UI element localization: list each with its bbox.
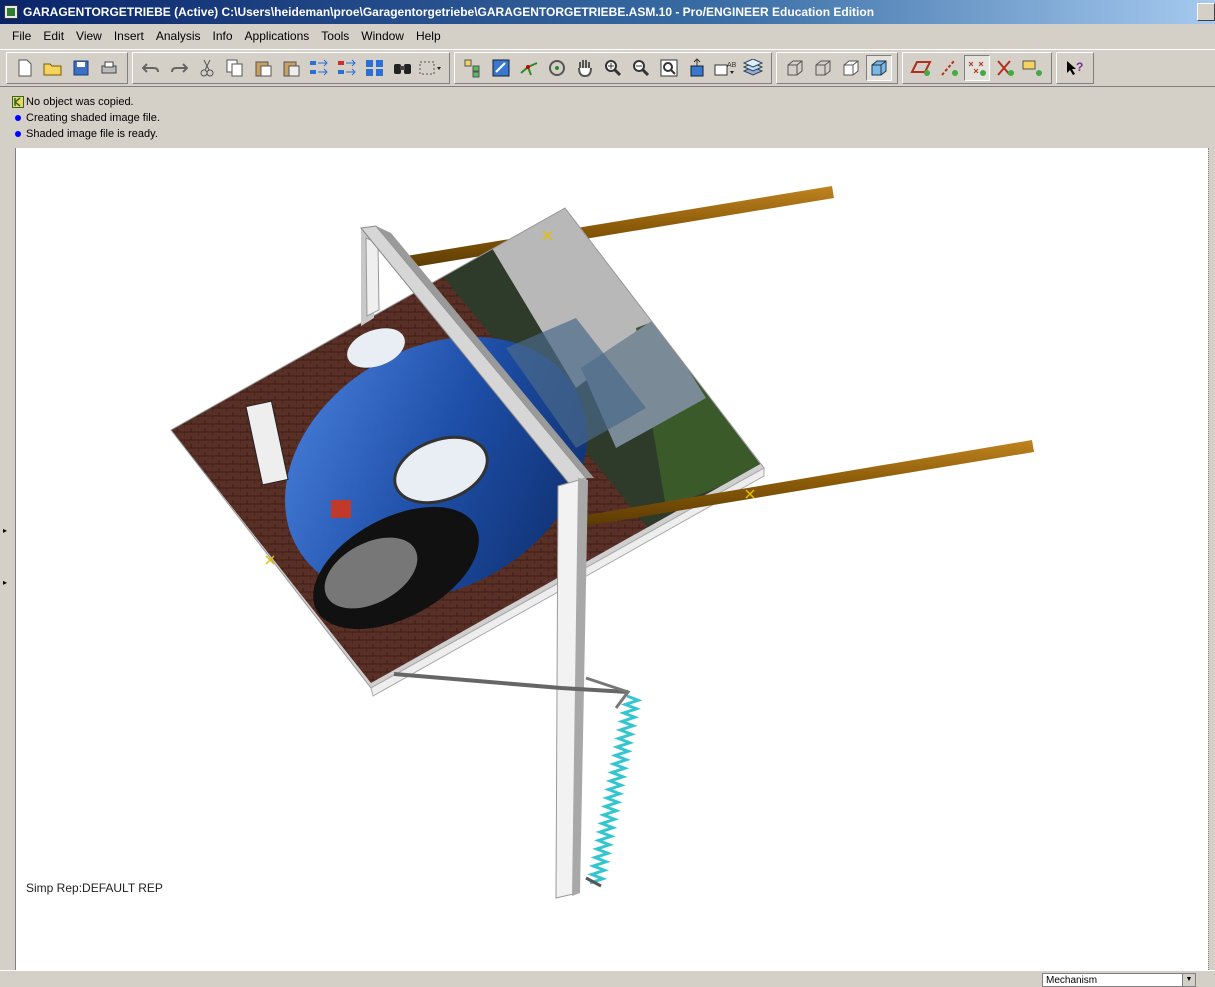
graphics-window[interactable]: Simp Rep:DEFAULT REP [16,148,1212,970]
menu-bar: File Edit View Insert Analysis Info Appl… [0,25,1215,47]
layers-icon[interactable] [740,55,766,81]
context-help-icon[interactable]: ? [1062,55,1088,81]
regen-manager-icon[interactable] [334,55,360,81]
cut-icon[interactable] [194,55,220,81]
datum-plane-icon[interactable] [908,55,934,81]
message-text: No object was copied. [26,96,134,108]
message-line: Shaded image file is ready. [12,126,1215,142]
paste-icon[interactable] [250,55,276,81]
window-title: GARAGENTORGETRIEBE (Active) C:\Users\hei… [23,5,875,19]
message-text: Creating shaded image file. [26,112,160,124]
zoom-in-icon[interactable] [600,55,626,81]
menu-applications[interactable]: Applications [239,27,316,45]
paste-special-icon[interactable] [278,55,304,81]
title-bar: GARAGENTORGETRIEBE (Active) C:\Users\hei… [0,0,1215,24]
shading-icon[interactable] [866,55,892,81]
spring[interactable] [587,694,643,885]
edit-toolbar-group [132,52,450,84]
menu-help[interactable]: Help [410,27,447,45]
model-tree-toggle-icon[interactable] [460,55,486,81]
menu-edit[interactable]: Edit [37,27,70,45]
regenerate-icon[interactable] [306,55,332,81]
expand-arrow-icon[interactable]: ▸ [3,578,7,587]
repaint-icon[interactable] [488,55,514,81]
menu-info[interactable]: Info [207,27,239,45]
menu-tools[interactable]: Tools [315,27,355,45]
message-text: Shaded image file is ready. [26,128,158,140]
svg-text:?: ? [1076,60,1083,74]
copy-status-icon [12,96,24,108]
spin-center-icon[interactable] [516,55,542,81]
view-toolbar-group: AB [454,52,772,84]
datum-point-icon[interactable] [964,55,990,81]
find-icon[interactable] [390,55,416,81]
open-icon[interactable] [40,55,66,81]
datum-display-group [902,52,1052,84]
saved-views-icon[interactable]: AB [712,55,738,81]
file-toolbar-group [6,52,128,84]
select-box-icon[interactable] [418,55,444,81]
upper-rail[interactable] [394,186,834,270]
orient-mode-icon[interactable] [544,55,570,81]
app-icon[interactable] [4,5,18,19]
navigator-sash[interactable]: ▸ ▸ [0,148,16,970]
csys-icon[interactable] [992,55,1018,81]
model-3d-view[interactable] [16,148,1212,970]
menu-file[interactable]: File [6,27,37,45]
redo-icon[interactable] [166,55,192,81]
no-hidden-icon[interactable] [838,55,864,81]
copy-icon[interactable] [222,55,248,81]
message-line: Creating shaded image file. [12,110,1215,126]
svg-text:AB: AB [727,62,736,69]
menu-insert[interactable]: Insert [108,27,150,45]
main-toolbar: AB ? [0,49,1215,87]
menu-analysis[interactable]: Analysis [150,27,207,45]
right-sash[interactable] [1208,148,1215,970]
expand-arrow-icon[interactable]: ▸ [3,526,7,535]
mode-selector[interactable]: Mechanism ▼ [1042,973,1196,987]
spring-coil [587,694,643,885]
zoom-out-icon[interactable] [628,55,654,81]
annotation-icon[interactable] [1020,55,1046,81]
message-area: No object was copied. Creating shaded im… [0,88,1215,148]
info-bullet-icon [15,115,21,121]
save-icon[interactable] [68,55,94,81]
model-tree-icon[interactable] [362,55,388,81]
reorient-icon[interactable] [684,55,710,81]
linkage-arm[interactable] [393,672,629,694]
refit-icon[interactable] [656,55,682,81]
datum-axis-icon[interactable] [936,55,962,81]
chevron-down-icon[interactable]: ▼ [1182,974,1195,986]
menu-window[interactable]: Window [355,27,410,45]
wireframe-icon[interactable] [782,55,808,81]
pan-icon[interactable] [572,55,598,81]
mode-selector-value: Mechanism [1046,975,1098,986]
message-line: No object was copied. [12,94,1215,110]
new-icon[interactable] [12,55,38,81]
help-toolbar-group: ? [1056,52,1094,84]
info-bullet-icon [15,131,21,137]
status-bar: Mechanism ▼ [0,970,1215,987]
hidden-line-icon[interactable] [810,55,836,81]
garage-door-panel[interactable] [156,188,776,698]
simp-rep-label: Simp Rep:DEFAULT REP [26,881,163,895]
restore-button[interactable] [1197,3,1215,21]
undo-icon[interactable] [138,55,164,81]
menu-view[interactable]: View [70,27,108,45]
print-icon[interactable] [96,55,122,81]
display-style-group [776,52,898,84]
